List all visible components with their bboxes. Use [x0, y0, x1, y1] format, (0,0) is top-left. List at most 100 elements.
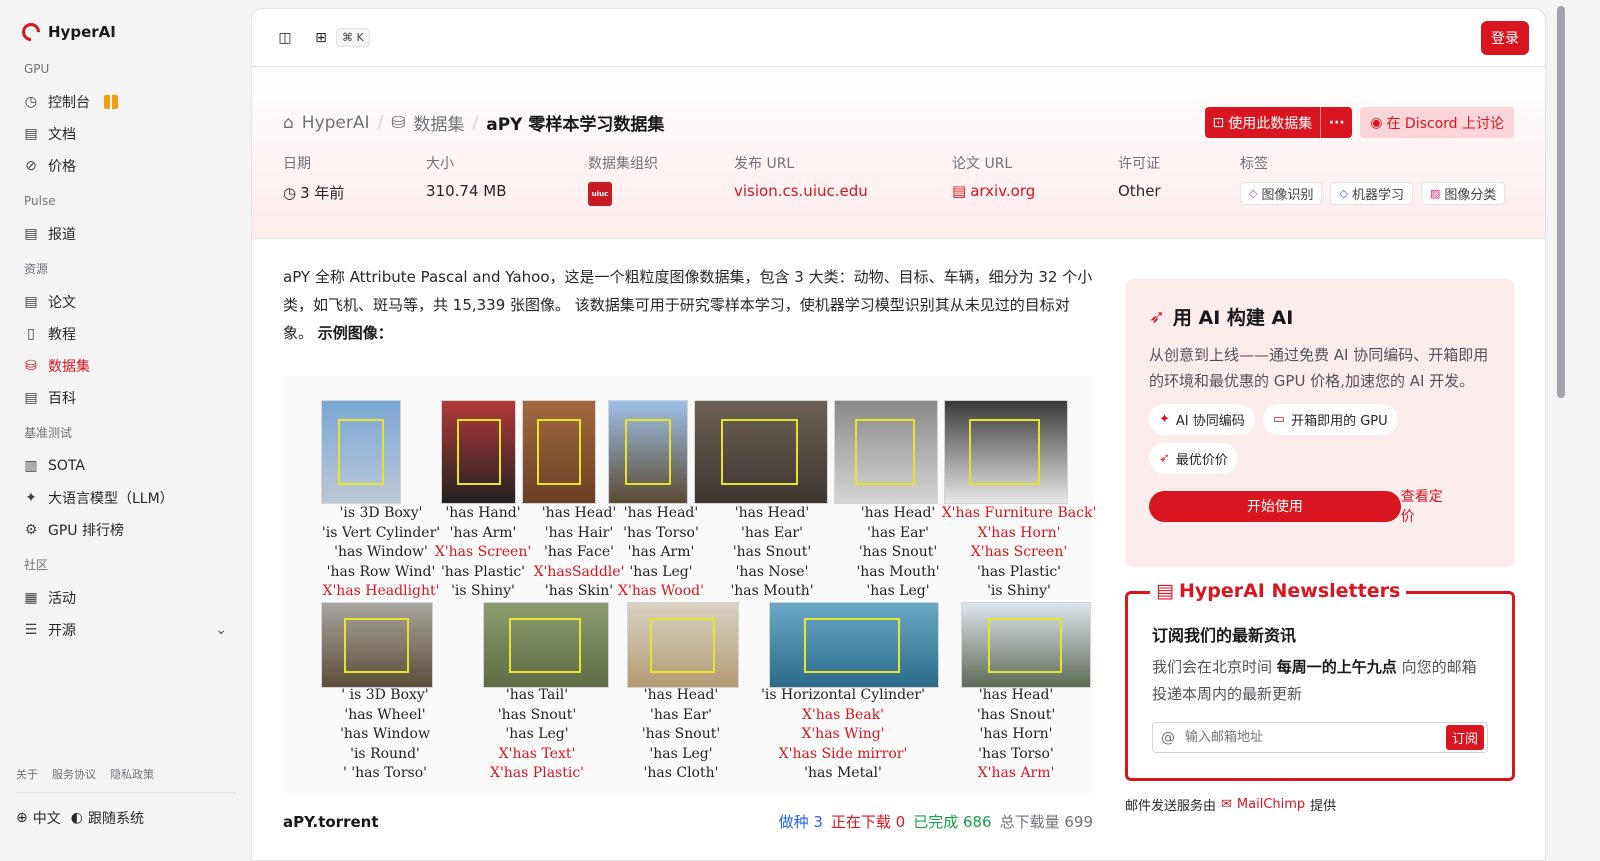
- sidebar-item-papers[interactable]: ▤ 论文: [16, 286, 235, 318]
- feature-label: 开箱即用的 GPU: [1291, 414, 1388, 429]
- sample-image: [608, 400, 688, 504]
- brand[interactable]: HyperAI: [16, 19, 235, 45]
- dataset-content: aPY 全称 Attribute Pascal and Yahoo，这是一个粗粒…: [252, 239, 1545, 831]
- tag-machine-learning[interactable]: ◇ 机器学习: [1330, 182, 1413, 205]
- sidebar-item-llm[interactable]: ✦ 大语言模型（LLM）: [16, 482, 235, 514]
- use-dataset-button[interactable]: ⊡ 使用此数据集: [1205, 107, 1322, 138]
- mailchimp-link[interactable]: ✉ MailChimp: [1221, 797, 1305, 812]
- attribute-label: 'has Plastic': [440, 563, 526, 580]
- sidebar-item-label: 控制台: [48, 95, 90, 111]
- database-icon: ⛁: [391, 112, 406, 133]
- attribute-label: 'has Snout': [641, 726, 721, 742]
- page-title: aPY 零样本学习数据集: [486, 115, 665, 135]
- meta-size: 大小 310.74 MB: [426, 153, 588, 206]
- sidebar-item-label: GPU 排行榜: [48, 523, 124, 539]
- footer-links: 关于 服务协议 隐私政策: [16, 766, 154, 782]
- footer-link-about[interactable]: 关于: [16, 766, 38, 782]
- view-pricing-link[interactable]: 查看定价: [1401, 486, 1455, 526]
- sidebar-item-tutorials[interactable]: ▯ 教程: [16, 318, 235, 350]
- meta-paper: 论文 URL ▤ arxiv.org: [952, 153, 1118, 206]
- newsletter-text-bold: 每周一的上午九点: [1276, 658, 1397, 676]
- start-button[interactable]: 开始使用: [1149, 490, 1401, 522]
- sidebar-item-events[interactable]: ▦ 活动: [16, 582, 235, 614]
- sidebar-item-label: 活动: [48, 591, 76, 607]
- breadcrumb-section[interactable]: 数据集: [414, 110, 465, 135]
- torrent-name[interactable]: aPY.torrent: [283, 813, 379, 831]
- sample-image: [961, 602, 1091, 688]
- meta-label: 大小: [426, 156, 454, 172]
- sample-image: [321, 400, 401, 504]
- sidebar-item-docs[interactable]: ▤ 文档: [16, 118, 235, 150]
- feature-chip: ✦ AI 协同编码: [1149, 404, 1255, 435]
- meta-label: 发布 URL: [734, 156, 795, 172]
- server-icon: ▭: [1272, 412, 1286, 427]
- sidebar-item-console[interactable]: ◷ 控制台: [16, 86, 235, 118]
- brand-name: HyperAI: [48, 23, 116, 41]
- paper-url-text: arxiv.org: [970, 182, 1036, 200]
- sidebar-item-label: 开源: [48, 623, 76, 639]
- promo-title-row: ➶ 用 AI 构建 AI: [1149, 303, 1491, 330]
- header-actions: ⊡ 使用此数据集 ··· ◉ 在 Discord 上讨论: [1204, 107, 1514, 138]
- attribute-label: X'has Furniture Back': [941, 505, 1097, 521]
- attribute-column: 'is Horizontal Cylinder' X'has Beak' X'has…: [761, 686, 925, 784]
- attribute-label: X'has Screen': [970, 544, 1068, 560]
- more-button[interactable]: ···: [1321, 107, 1352, 138]
- attribute-label: 'has Leg': [505, 726, 569, 742]
- rocket-icon: ➶: [1159, 451, 1170, 466]
- breadcrumb-separator: /: [472, 112, 479, 133]
- sidebar-item-label: 文档: [48, 127, 76, 143]
- discord-button[interactable]: ◉ 在 Discord 上讨论: [1360, 107, 1514, 138]
- sidebar-toggle-icon[interactable]: ◫: [274, 27, 296, 49]
- sidebar-item-pricing[interactable]: ⊘ 价格: [16, 150, 235, 182]
- attribute-label: 'has Hand': [445, 505, 521, 521]
- torrent-row: aPY.torrent 做种 3 正在下载 0 已完成 686 总下载量 699: [283, 811, 1093, 832]
- apps-icon[interactable]: ⊞: [310, 27, 332, 49]
- discord-icon: ◉: [1370, 114, 1383, 131]
- release-url-link[interactable]: vision.cs.uiuc.edu: [734, 182, 952, 200]
- section-label-gpu: GPU: [24, 62, 50, 76]
- sidebar-item-news[interactable]: ▤ 报道: [16, 218, 235, 250]
- scrollbar-thumb[interactable]: [1557, 6, 1565, 398]
- sidebar-item-opensource[interactable]: ☰ 开源 ⌄: [16, 614, 235, 646]
- sidebar-item-datasets[interactable]: ⛁ 数据集: [16, 350, 235, 382]
- clock-icon: ◷: [283, 183, 297, 202]
- tag-image-classification[interactable]: ▨ 图像分类: [1420, 182, 1506, 205]
- main-panel: ◫ ⊞ ⌘ K 登录 ⌂ HyperAI / ⛁ 数据集 / aPY 零样本学习…: [251, 8, 1546, 861]
- scrollbar[interactable]: [1554, 0, 1568, 861]
- chart-icon: ▥: [24, 458, 38, 474]
- section-label-resources: 资源: [24, 262, 49, 276]
- attribute-label: X'has Horn': [977, 524, 1061, 541]
- theme-switch[interactable]: ◐ 跟随系统: [71, 808, 144, 828]
- meta-release: 发布 URL vision.cs.uiuc.edu: [734, 153, 952, 206]
- command-shortcut[interactable]: ⌘ K: [336, 28, 370, 47]
- size-value: 310.74 MB: [426, 182, 507, 200]
- attribute-label: 'is Shiny': [987, 583, 1051, 599]
- attribute-label: 'has Leg': [629, 563, 693, 580]
- tag-image-recognition[interactable]: ◇ 图像识别: [1240, 182, 1323, 205]
- gpu-icon: ⚙: [24, 522, 38, 538]
- mailchimp-label: MailChimp: [1236, 797, 1306, 812]
- sidebar-item-sota[interactable]: ▥ SOTA: [16, 450, 235, 482]
- tag-label: 机器学习: [1351, 188, 1404, 203]
- attribute-label: 'has Head': [978, 687, 1054, 703]
- footer-link-privacy[interactable]: 隐私政策: [110, 766, 154, 782]
- sample-image: [321, 602, 433, 688]
- figure-row-2: [321, 602, 1091, 688]
- org-logo[interactable]: uiuc: [588, 182, 612, 206]
- sidebar-item-gpu-leaderboard[interactable]: ⚙ GPU 排行榜: [16, 514, 235, 546]
- sidebar-item-label: 百科: [48, 391, 76, 407]
- meta-label: 论文 URL: [952, 156, 1013, 172]
- breadcrumb-home[interactable]: HyperAI: [302, 113, 370, 133]
- feature-chip: ➶ 最优价价: [1149, 443, 1238, 474]
- email-input[interactable]: [1185, 730, 1446, 745]
- sidebar-item-wiki[interactable]: ▤ 百科: [16, 382, 235, 414]
- promo-text: 从创意到上线——通过免费 AI 协同编码、开箱即用的环境和最优惠的 GPU 价格…: [1149, 346, 1489, 390]
- subscribe-button[interactable]: 订阅: [1445, 725, 1484, 750]
- sample-image: [522, 400, 596, 504]
- paper-url-link[interactable]: ▤ arxiv.org: [952, 182, 1118, 200]
- language-switch[interactable]: ⊕ 中文: [16, 808, 61, 828]
- section-label-pulse: Pulse: [24, 194, 56, 208]
- login-button[interactable]: 登录: [1481, 20, 1529, 55]
- footer-link-terms[interactable]: 服务协议: [52, 766, 96, 782]
- attribute-label: 'has Arm': [449, 524, 517, 541]
